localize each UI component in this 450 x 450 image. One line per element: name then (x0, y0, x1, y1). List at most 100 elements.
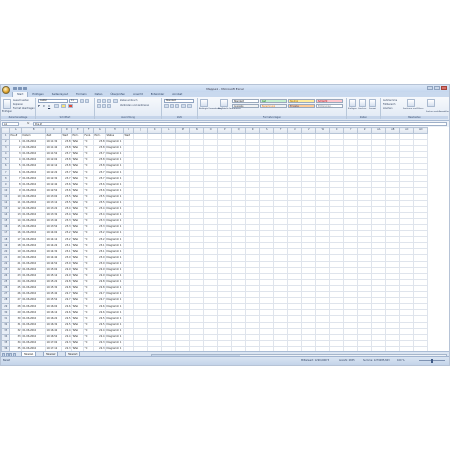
cell[interactable]: Diagramm 1 (105, 236, 124, 244)
merge-center-button[interactable]: Verbinden und zentrieren (120, 104, 149, 107)
cell[interactable]: Diagramm 1 (105, 291, 124, 299)
cell[interactable]: Diagramm 1 (105, 163, 124, 171)
cell[interactable]: Diagramm 1 (105, 175, 124, 183)
format-painter-button[interactable]: Format übertragen (13, 107, 35, 110)
worksheet-grid[interactable]: A B C D E F G H I J K L M N O P Q R S T U V W X Y Z AA AB AC AD 1 Pos.#… (1, 127, 449, 351)
cell[interactable]: Diagramm 1 (105, 248, 124, 256)
close-button[interactable] (441, 86, 447, 90)
cell[interactable]: Diagramm 1 (105, 297, 124, 305)
delete-cells-icon[interactable] (359, 99, 366, 107)
cell-table[interactable]: A B C D E F G H I J K L M N O P Q R S T U V W X Y Z AA AB AC AD 1 Pos.#… (1, 127, 428, 351)
wrap-text-button[interactable]: Zeilenumbruch (120, 99, 137, 102)
cell[interactable]: Diagramm 1 (105, 230, 124, 238)
insert-cells-icon[interactable] (349, 99, 356, 107)
clear-button[interactable]: Löschen (383, 107, 392, 110)
zoom-thumb[interactable] (431, 358, 433, 363)
cell[interactable]: Diagramm 1 (105, 217, 124, 226)
group-label: Formatvorlagen (198, 115, 346, 119)
cell[interactable]: Diagramm 1 (105, 254, 124, 262)
format-as-table-icon[interactable] (220, 99, 228, 107)
autosum-button[interactable]: AutoSumme (383, 99, 397, 102)
copy-button[interactable]: Kopieren (13, 103, 23, 106)
formula-input[interactable]: Pos.# (33, 122, 447, 126)
cell-style-2[interactable]: Neutral (288, 99, 315, 104)
conditional-format-icon[interactable] (200, 99, 208, 107)
format-cells-icon[interactable] (369, 99, 376, 107)
number-format-select[interactable]: Standard (164, 99, 194, 103)
cell[interactable]: Diagramm 1 (105, 333, 124, 341)
ribbon: Einfügen Ausschneiden Kopieren Format üb… (1, 97, 449, 121)
cell-style-7[interactable]: Erklärender... (316, 104, 343, 109)
align-left-icon[interactable] (97, 104, 101, 108)
font-color-icon[interactable] (68, 104, 73, 108)
cell[interactable]: Diagramm 1 (105, 199, 124, 207)
minimize-button[interactable] (427, 86, 433, 90)
find-select-icon[interactable] (427, 99, 435, 107)
cell[interactable]: Diagramm 1 (105, 321, 124, 329)
thousands-icon[interactable] (175, 104, 179, 108)
align-right-icon[interactable] (107, 104, 111, 108)
zoom-slider[interactable] (419, 358, 445, 363)
bold-icon[interactable]: F (38, 104, 40, 108)
name-box[interactable]: A1 (2, 122, 19, 126)
cell[interactable]: Diagramm 1 (105, 211, 124, 219)
cell[interactable]: Diagramm 1 (105, 169, 124, 177)
sort-filter-icon[interactable] (407, 99, 415, 107)
shrink-font-icon[interactable] (85, 99, 89, 103)
cell[interactable]: Diagramm 1 (105, 339, 124, 347)
cell[interactable]: Diagramm 1 (105, 260, 124, 268)
cell-style-0[interactable]: Standard (232, 99, 259, 104)
format-as-table-label: Als Tabelle formatieren (218, 108, 241, 110)
cell[interactable]: Diagramm 1 (105, 223, 124, 232)
cell[interactable]: Diagramm 1 (105, 284, 124, 293)
cell[interactable]: Diagramm 1 (105, 156, 124, 165)
cell-style-5[interactable]: Berechnung (260, 104, 287, 109)
paste-button[interactable] (3, 99, 11, 109)
align-center-icon[interactable] (102, 104, 106, 108)
cell[interactable]: Diagramm 1 (105, 266, 124, 274)
cell[interactable]: Diagramm 1 (105, 205, 124, 213)
cell-style-6[interactable]: Eingabe (288, 104, 315, 109)
cell[interactable]: Diagramm 1 (105, 242, 124, 250)
cell[interactable]: Diagramm 1 (105, 272, 124, 280)
fx-icon[interactable]: fx (27, 122, 29, 125)
align-bottom-icon[interactable] (107, 99, 111, 103)
italic-icon[interactable]: K (43, 104, 45, 108)
percent-icon[interactable] (170, 104, 174, 108)
fill-button[interactable]: Füllbereich (383, 103, 395, 106)
orientation-icon[interactable] (113, 99, 118, 103)
group-label: Zellen (347, 115, 380, 119)
grow-font-icon[interactable] (80, 99, 84, 103)
cell[interactable]: Diagramm 1 (105, 315, 124, 323)
align-top-icon[interactable] (97, 99, 101, 103)
cell[interactable]: Diagramm 1 (105, 138, 124, 146)
decrease-decimal-icon[interactable] (187, 104, 192, 108)
cell[interactable]: Diagramm 1 (105, 187, 124, 195)
status-ready: Bereit (3, 358, 11, 362)
increase-decimal-icon[interactable] (181, 104, 186, 108)
cell[interactable]: Diagramm 1 (105, 303, 124, 311)
cell[interactable]: Diagramm 1 (105, 181, 124, 189)
status-count: Anzahl: 2655 (339, 358, 355, 362)
cell-style-1[interactable]: Gut (260, 99, 287, 104)
cell-style-4[interactable]: Ausgabe (232, 104, 259, 109)
underline-icon[interactable]: U (48, 104, 50, 108)
cell[interactable]: Diagramm 1 (105, 193, 124, 201)
cell-style-3[interactable]: Schlecht (316, 99, 343, 104)
font-name-select[interactable]: Calibri (38, 99, 68, 103)
cell[interactable]: Diagramm 1 (105, 150, 124, 158)
align-middle-icon[interactable] (102, 99, 106, 103)
maximize-button[interactable] (434, 86, 440, 90)
alignment-group: Zeilenumbruch Verbinden und zentrieren A… (95, 98, 162, 119)
status-bar: Bereit Mittelwert: 1290,09673 Anzahl: 26… (1, 356, 449, 365)
cell[interactable]: Diagramm 1 (105, 278, 124, 286)
cell[interactable]: Diagramm 1 (105, 327, 124, 335)
fill-color-icon[interactable] (61, 104, 66, 108)
editing-group: AutoSumme Füllbereich Löschen Sortieren … (381, 98, 449, 119)
currency-icon[interactable] (164, 104, 169, 108)
cell[interactable]: Diagramm 1 (105, 309, 124, 317)
border-icon[interactable] (54, 104, 59, 108)
cell[interactable]: Diagramm 1 (105, 144, 124, 152)
cut-button[interactable]: Ausschneiden (13, 99, 29, 102)
font-size-select[interactable]: 11 (69, 99, 78, 103)
